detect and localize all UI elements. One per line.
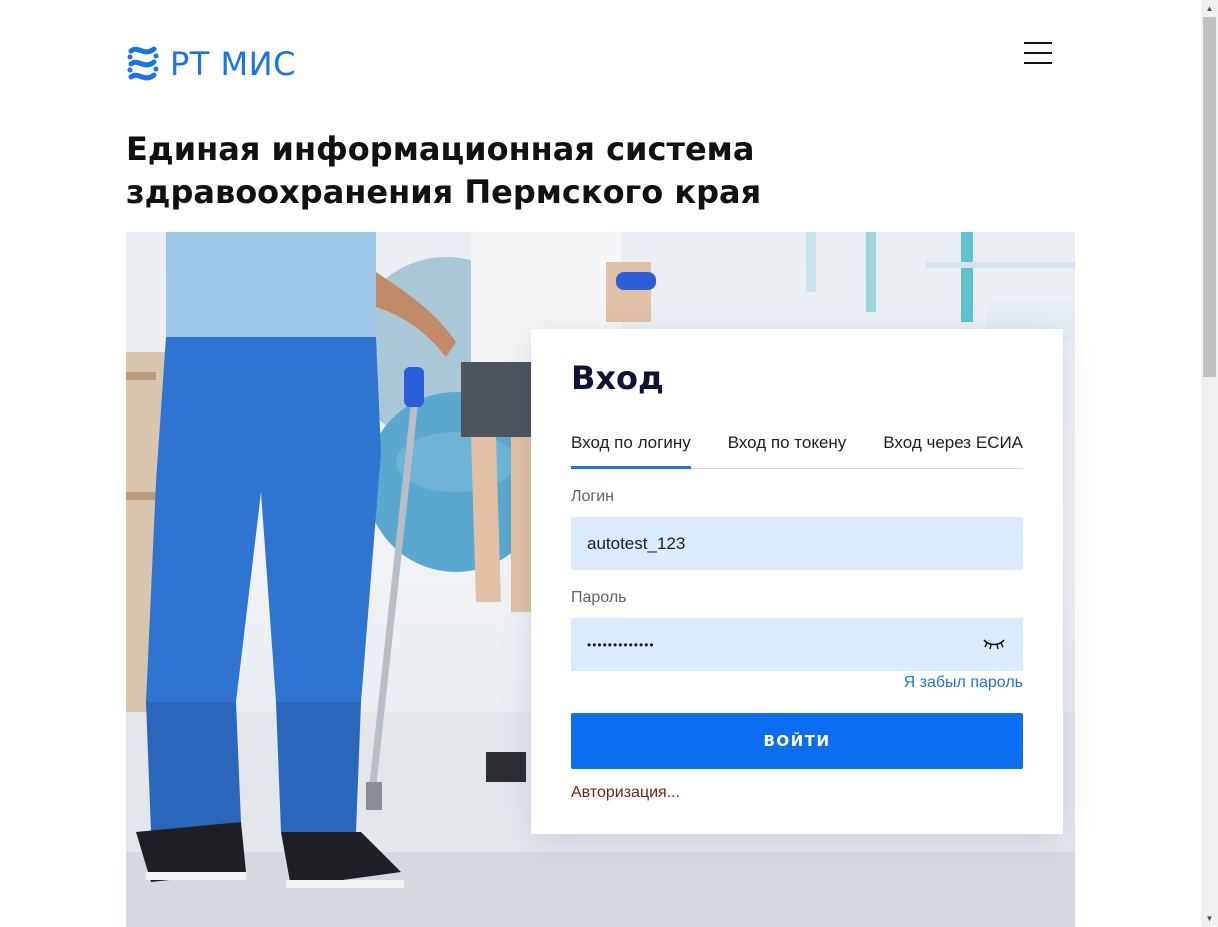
password-label: Пароль	[571, 589, 627, 606]
password-input-value: •••••••••••••	[587, 637, 655, 652]
burger-line	[1024, 42, 1052, 44]
login-title: Вход	[571, 359, 664, 397]
page-title: Единая информационная система здравоохра…	[126, 130, 762, 211]
logo-text: РТ МИС	[170, 45, 296, 83]
login-label: Логин	[571, 488, 615, 505]
logo-mark-icon	[127, 46, 159, 81]
scroll-up-arrow-icon[interactable]: ▲	[1201, 0, 1218, 17]
burger-line	[1024, 62, 1052, 64]
tab-login[interactable]: Вход по логину	[571, 427, 691, 469]
login-input-value: autotest_123	[587, 533, 686, 553]
eye-closed-icon[interactable]	[983, 637, 1005, 651]
page-scrollbar[interactable]: ▲ ▼	[1201, 0, 1218, 927]
password-input[interactable]: •••••••••••••	[571, 618, 1023, 671]
login-input[interactable]: autotest_123	[571, 517, 1023, 570]
tab-token[interactable]: Вход по токену	[728, 427, 847, 469]
hamburger-menu-icon[interactable]	[1024, 42, 1052, 64]
auth-status-text: Авторизация...	[571, 784, 681, 801]
forgot-password-link[interactable]: Я забыл пароль	[904, 674, 1023, 692]
tab-esia[interactable]: Вход через ЕСИА	[883, 427, 1023, 469]
submit-button[interactable]: ВОЙТИ	[571, 713, 1023, 769]
burger-line	[1024, 52, 1052, 54]
scroll-down-arrow-icon[interactable]: ▼	[1201, 910, 1218, 927]
login-card: Вход Вход по логину Вход по токену Вход …	[531, 329, 1063, 834]
scroll-thumb[interactable]	[1203, 17, 1216, 377]
logo[interactable]: РТ МИС	[126, 42, 296, 86]
login-tabs: Вход по логину Вход по токену Вход через…	[571, 427, 1023, 469]
